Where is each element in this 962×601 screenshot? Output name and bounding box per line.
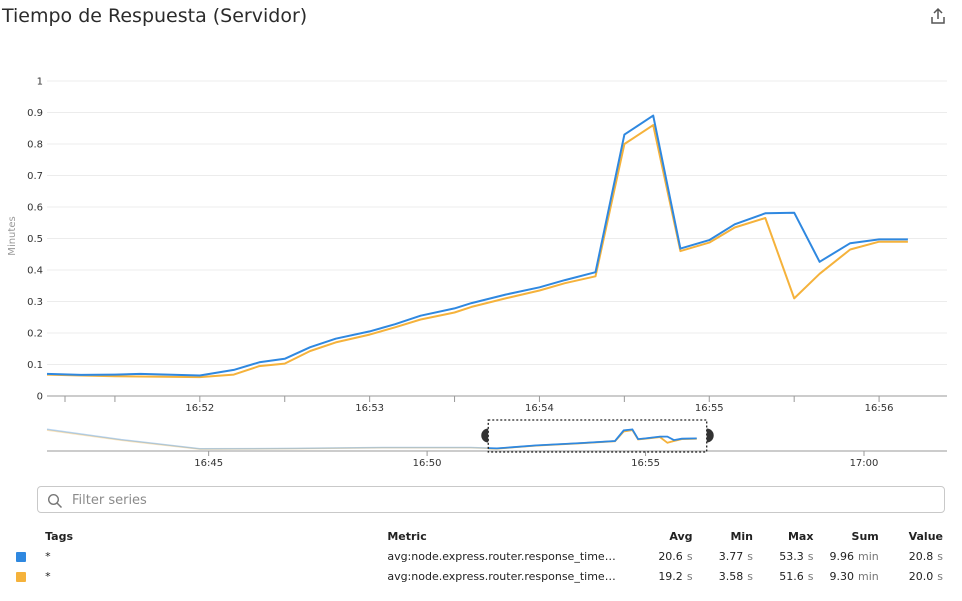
overview-series-line-faded [46, 428, 697, 450]
legend-value-header[interactable]: Value [883, 526, 947, 546]
y-tick-label: 0.5 [27, 234, 43, 245]
series-color-swatch[interactable] [16, 571, 26, 582]
series-avg-unit: s [686, 569, 693, 583]
overview-navigator: 16:45 16:50 16:55 17:00 [46, 419, 947, 469]
chart-grid [47, 80, 947, 397]
y-tick-label: 0.2 [27, 329, 43, 340]
overview-tick-label: 16:50 [413, 458, 442, 469]
series-max-unit: s [807, 569, 814, 583]
filter-series-field[interactable] [37, 486, 945, 513]
series-legend-table: Tags Metric Avg Min Max Sum Value * avg:… [12, 526, 947, 586]
series-sum: 9.96 [829, 549, 855, 563]
y-axis-ticks: 0 0.1 0.2 0.3 0.4 0.5 0.6 0.7 0.8 0.9 1 [27, 77, 43, 403]
y-tick-label: 0.3 [27, 297, 43, 308]
x-tick-label: 16:55 [695, 403, 724, 414]
overview-left-handle[interactable] [481, 428, 489, 443]
overview-series-line [488, 428, 697, 450]
series-tag: * [45, 549, 51, 563]
series-metric: avg:node.express.router.response_time.m.… [387, 549, 618, 563]
series-max: 53.3 [779, 549, 804, 563]
series-max: 51.6 [779, 569, 804, 583]
overview-series-line-faded [46, 429, 697, 450]
series-avg: 20.6 [658, 549, 683, 563]
series-sum: 9.30 [829, 569, 855, 583]
y-tick-label: 0.4 [27, 266, 43, 277]
y-tick-label: 0.7 [27, 171, 43, 182]
series-line-2[interactable] [46, 124, 908, 379]
y-tick-label: 0.8 [27, 140, 43, 151]
chart-series [46, 114, 908, 379]
series-value: 20.8 [908, 549, 934, 563]
filter-series-input[interactable] [70, 490, 914, 511]
x-tick-label: 16:56 [865, 403, 894, 414]
series-value-unit: s [937, 549, 943, 563]
legend-max-header[interactable]: Max [757, 526, 817, 546]
y-tick-label: 1 [37, 77, 43, 88]
x-tick-label: 16:53 [355, 403, 384, 414]
y-tick-label: 0.1 [27, 360, 43, 371]
series-max-unit: s [807, 549, 814, 563]
y-tick-label: 0.6 [27, 203, 43, 214]
legend-avg-header[interactable]: Avg [631, 526, 697, 546]
series-value: 20.0 [908, 569, 934, 583]
legend-metric-header[interactable]: Metric [383, 526, 630, 546]
legend-header-row: Tags Metric Avg Min Max Sum Value [12, 526, 947, 546]
legend-min-header[interactable]: Min [697, 526, 757, 546]
legend-swatch-header [12, 526, 41, 546]
overview-right-handle[interactable] [706, 428, 714, 443]
legend-sum-header[interactable]: Sum [817, 526, 882, 546]
series-line-1[interactable] [46, 114, 908, 377]
overview-series-line [488, 429, 697, 450]
overview-tick-label: 17:00 [850, 458, 879, 469]
series-sum-unit: min [858, 549, 879, 563]
legend-tags-header[interactable]: Tags [41, 526, 383, 546]
series-min: 3.77 [718, 549, 744, 563]
series-sum-unit: min [858, 569, 879, 583]
main-chart[interactable]: 0 0.1 0.2 0.3 0.4 0.5 0.6 0.7 0.8 0.9 1 16:52 16:53… [0, 0, 962, 480]
y-axis-label: Minutes [7, 216, 18, 255]
x-tick-label: 16:54 [525, 403, 554, 414]
legend-row[interactable]: * avg:node.express.router.response_time.… [12, 546, 947, 566]
legend-row[interactable]: * avg:node.express.router.response_time.… [12, 566, 947, 586]
series-color-swatch[interactable] [16, 551, 26, 562]
y-tick-label: 0 [37, 392, 43, 403]
y-tick-label: 0.9 [27, 108, 43, 119]
series-tag: * [45, 569, 51, 583]
x-axis-ticks: 16:52 16:53 16:54 16:55 16:56 [64, 396, 894, 414]
overview-tick-label: 16:45 [194, 458, 223, 469]
series-min: 3.58 [718, 569, 744, 583]
x-tick-label: 16:52 [185, 403, 214, 414]
search-icon [47, 493, 63, 509]
series-avg: 19.2 [658, 569, 683, 583]
overview-tick-label: 16:55 [631, 458, 660, 469]
series-avg-unit: s [686, 549, 693, 563]
series-metric: avg:node.express.router.response_time.m.… [387, 569, 618, 583]
series-min-unit: s [747, 569, 753, 583]
series-min-unit: s [747, 549, 753, 563]
series-value-unit: s [937, 569, 943, 583]
